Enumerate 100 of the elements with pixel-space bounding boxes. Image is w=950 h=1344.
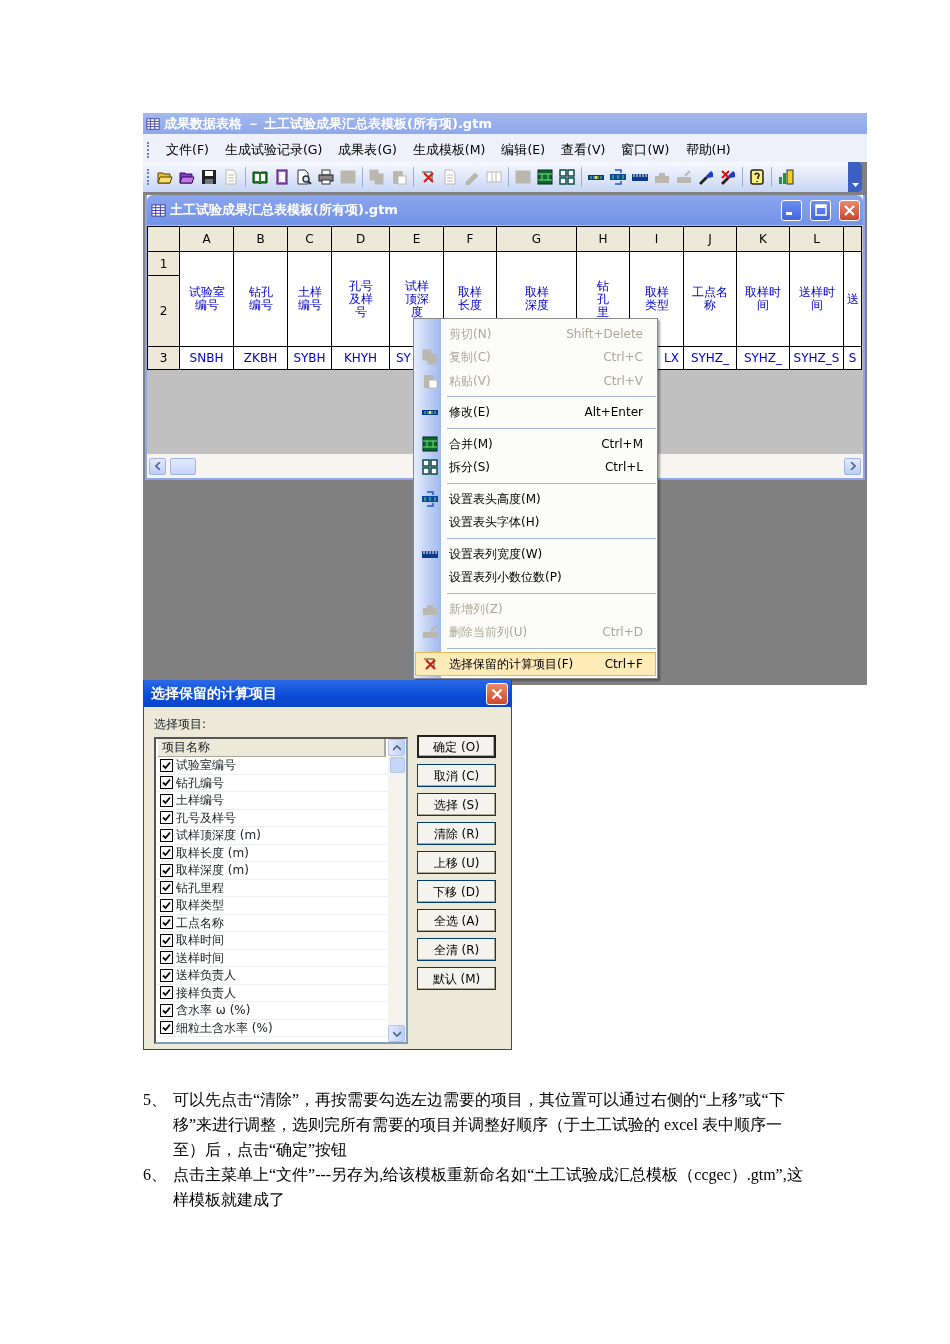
checkbox[interactable]: [160, 968, 173, 982]
column-header[interactable]: K: [736, 226, 790, 252]
toolbar-overflow-button[interactable]: [848, 162, 862, 192]
menu-item[interactable]: 成果表(G): [330, 141, 405, 159]
dialog-button[interactable]: 默认 (M): [417, 967, 496, 990]
dialog-button[interactable]: 清除 (R): [417, 822, 496, 845]
column-header[interactable]: H: [576, 226, 630, 252]
menu-item[interactable]: 生成试验记录(G): [216, 141, 331, 159]
scrollbar-thumb[interactable]: [389, 757, 405, 773]
checkbox[interactable]: [160, 1003, 173, 1017]
table-cell: 试样顶深度: [404, 279, 429, 319]
table-cell: 送: [846, 292, 859, 306]
column-header[interactable]: D: [331, 226, 390, 252]
checkbox[interactable]: [160, 881, 173, 895]
list-item-label: 含水率 ω (%): [176, 1002, 251, 1020]
column-header[interactable]: J: [683, 226, 737, 252]
checkbox[interactable]: [160, 793, 173, 807]
arrow-right-icon: [849, 462, 856, 470]
dialog-title: 选择保留的计算项目: [151, 684, 278, 703]
cross-icon: [421, 655, 438, 672]
scroll-down-button[interactable]: [388, 1025, 405, 1042]
table-cell: 孔号及样号: [348, 279, 373, 319]
checkbox[interactable]: [160, 758, 173, 772]
toolbar-grip[interactable]: [147, 142, 150, 158]
column-header[interactable]: G: [496, 226, 577, 252]
minimize-button[interactable]: [781, 199, 802, 221]
menu-item[interactable]: 设置表列小数位数(P): [415, 565, 656, 589]
checkbox[interactable]: [160, 776, 173, 790]
menu-item[interactable]: 编辑(E): [493, 141, 554, 159]
checkbox[interactable]: [160, 916, 173, 930]
dialog-button[interactable]: 选择 (S): [417, 793, 496, 816]
toolbar-button[interactable]: [607, 166, 629, 188]
list-item-label: 取样深度 (m): [176, 862, 249, 880]
grid-icon: [515, 169, 531, 185]
scroll-right-button[interactable]: [844, 457, 861, 475]
dialog-button[interactable]: 全选 (A): [417, 909, 496, 932]
column-header[interactable]: B: [233, 226, 288, 252]
row-header[interactable]: 1: [147, 251, 180, 276]
table-cell: SYHZ_: [743, 351, 783, 365]
menu-item[interactable]: 查看(V): [553, 141, 614, 159]
menu-item[interactable]: 合并(M) Ctrl+M: [415, 432, 656, 456]
column-header[interactable]: A: [179, 226, 234, 252]
checkbox[interactable]: [160, 863, 173, 877]
checkbox[interactable]: [160, 1021, 173, 1035]
close-button[interactable]: [486, 682, 508, 705]
checkbox[interactable]: [160, 828, 173, 842]
menu-item[interactable]: 设置表头高度(M): [415, 487, 656, 511]
columns-icon: [486, 169, 502, 185]
menu-item[interactable]: 设置表列宽度(W): [415, 542, 656, 566]
column-header[interactable]: I: [629, 226, 684, 252]
dialog-button[interactable]: 确定 (O): [417, 735, 496, 758]
checkbox[interactable]: [160, 986, 173, 1000]
column-header[interactable]: L: [789, 226, 844, 252]
menu-item[interactable]: 选择保留的计算项目(F) Ctrl+F: [415, 652, 656, 676]
list-item-label: 钻孔里程: [176, 879, 224, 897]
scrollbar-thumb[interactable]: [170, 457, 196, 475]
window-title: 成果数据表格 － 土工试验成果汇总表模板(所有项).gtm: [164, 114, 492, 133]
menu-item[interactable]: 帮助(H): [677, 141, 739, 159]
menu-item[interactable]: 生成模板(M): [404, 141, 494, 159]
pen-icon: [720, 169, 736, 185]
dialog-button[interactable]: 取消 (C): [417, 764, 496, 787]
scroll-up-button[interactable]: [388, 739, 405, 756]
toolbar-grip[interactable]: [147, 169, 150, 185]
checkbox[interactable]: [160, 951, 173, 965]
list-item-label: 送样负责人: [176, 967, 236, 985]
checkbox[interactable]: [160, 933, 173, 947]
arrow-up-icon: [392, 744, 401, 751]
scroll-left-button[interactable]: [149, 457, 166, 475]
menu-item[interactable]: 窗口(W): [613, 141, 678, 159]
checklist-box[interactable]: 项目名称 试验室编号 钻孔编号 土样编号 孔号及样号 试样顶深度 (m) 取样长度 (m) 取样深度 (m) 钻孔里程 取样类型 工点名称 取样时间 送样时间 送样负责人 接样负责人 含水率 ω (%) 细粒土含水率 (%): [154, 737, 408, 1044]
table-cell: 取样类型: [644, 286, 669, 312]
toolbar-button[interactable]: [556, 166, 578, 188]
column-header[interactable]: C: [287, 226, 332, 252]
checkbox[interactable]: [160, 898, 173, 912]
table-cell: SYBH: [293, 351, 326, 365]
list-column-header[interactable]: 项目名称: [158, 739, 386, 757]
window-icon: [340, 169, 356, 185]
minimize-icon: [786, 212, 792, 215]
maximize-button[interactable]: [810, 199, 831, 221]
table-cell: SNBH: [189, 351, 224, 365]
menu-item[interactable]: 文件(F): [158, 141, 217, 159]
toolbar-button[interactable]: [534, 166, 556, 188]
checkbox[interactable]: [160, 846, 173, 860]
dialog-button[interactable]: 上移 (U): [417, 851, 496, 874]
row-header[interactable]: 2: [147, 275, 180, 347]
checkbox[interactable]: [160, 811, 173, 825]
dialog-button[interactable]: 全清 (R): [417, 938, 496, 961]
close-button[interactable]: [839, 199, 860, 221]
column-header[interactable]: E: [389, 226, 444, 252]
row-height-icon: [421, 490, 438, 507]
shortcut-text: Ctrl+F: [604, 655, 644, 673]
menu-item[interactable]: 设置表头字体(H): [415, 510, 656, 534]
table-cell: SY: [396, 351, 411, 365]
column-header[interactable]: F: [443, 226, 497, 252]
toolbar-button[interactable]: [315, 166, 337, 188]
table-cell: SYHZ_S: [793, 351, 840, 365]
list-item-label: 送样时间: [176, 949, 224, 967]
menu-item[interactable]: 修改(E) Alt+Enter: [415, 400, 656, 424]
row-header[interactable]: 3: [147, 346, 180, 370]
dialog-button[interactable]: 下移 (D): [417, 880, 496, 903]
